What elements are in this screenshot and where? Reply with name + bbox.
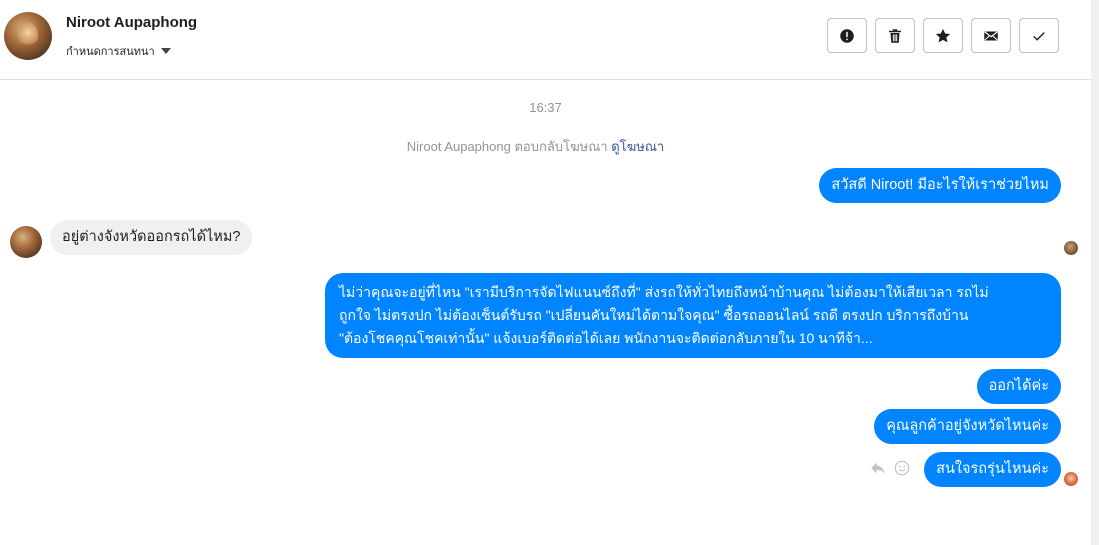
message-bubble-outgoing[interactable]: สนใจรถรุ่นไหนค่ะ — [924, 452, 1061, 487]
conversation-status-label: กำหนดการสนทนา — [66, 46, 155, 57]
reply-icon[interactable] — [869, 459, 887, 477]
delete-button[interactable] — [875, 18, 915, 53]
caret-down-icon — [160, 47, 171, 54]
mark-unread-button[interactable] — [971, 18, 1011, 53]
mark-done-button[interactable] — [1019, 18, 1059, 53]
message-bubble-outgoing[interactable]: คุณลูกค้าอยู่จังหวัดไหนค่ะ — [874, 409, 1061, 444]
alert-icon — [840, 28, 854, 43]
mark-spam-button[interactable] — [827, 18, 867, 53]
view-ad-link[interactable]: ดูโฆษณา — [611, 139, 664, 154]
conversation-header: Niroot Aupaphong กำหนดการสนทนา — [0, 0, 1091, 80]
conversation-status-dropdown[interactable]: กำหนดการสนทนา — [66, 43, 171, 57]
conversation-toolbar — [827, 18, 1059, 53]
message-line: ไม่ว่าคุณจะอยู่ที่ไหน "เรามีบริการจัดไฟแ… — [339, 284, 989, 300]
contact-name[interactable]: Niroot Aupaphong — [66, 14, 197, 31]
ad-reply-notice: Niroot Aupaphong ตอบกลับโฆษณา ดูโฆษณา — [0, 136, 1071, 157]
contact-avatar[interactable] — [4, 12, 52, 60]
emoji-icon[interactable] — [893, 459, 911, 477]
trash-icon — [889, 28, 901, 43]
seen-avatar — [1064, 241, 1078, 255]
ad-reply-text: Niroot Aupaphong ตอบกลับโฆษณา — [406, 139, 612, 154]
message-bubble-outgoing-long[interactable]: ไม่ว่าคุณจะอยู่ที่ไหน "เรามีบริการจัดไฟแ… — [325, 273, 1061, 358]
message-timestamp: 16:37 — [529, 100, 562, 115]
message-bubble-outgoing[interactable]: สวัสดี Niroot! มีอะไรให้เราช่วยไหม — [819, 168, 1061, 203]
message-line: ถูกใจ ไม่ตรงปก ไม่ต้องเซ็นต์รับรถ "เปลี่… — [339, 307, 969, 323]
check-icon — [1033, 31, 1045, 41]
message-bubble-incoming[interactable]: อยู่ต่างจังหวัดออกรถได้ไหม? — [50, 220, 253, 255]
scrollbar[interactable] — [1091, 0, 1099, 545]
customer-avatar[interactable] — [10, 226, 42, 258]
star-icon — [935, 28, 951, 42]
message-line: "ต้องโชคคุณโชคเท่านั้น" แจ้งเบอร์ติดต่อไ… — [339, 330, 873, 346]
message-actions — [869, 459, 911, 477]
seen-avatar — [1064, 472, 1078, 486]
star-button[interactable] — [923, 18, 963, 53]
message-bubble-outgoing[interactable]: ออกได้ค่ะ — [976, 369, 1061, 404]
envelope-icon — [984, 30, 998, 41]
